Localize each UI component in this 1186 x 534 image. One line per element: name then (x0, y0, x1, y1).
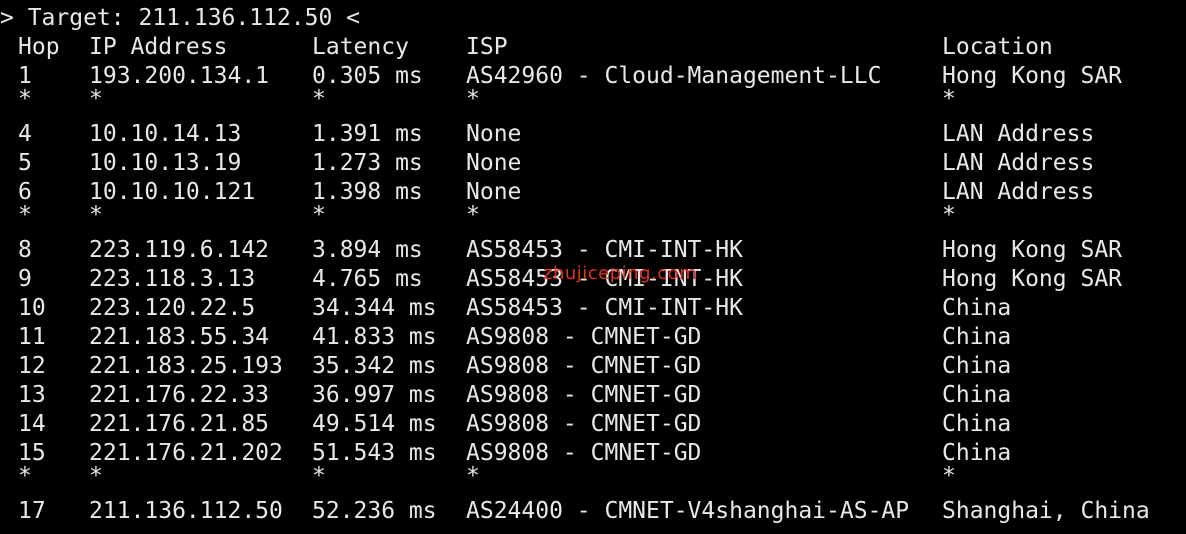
cell-latency: 52.236 ms (312, 498, 437, 524)
cell-latency: 34.344 ms (312, 295, 437, 321)
cell-ip-address: 221.176.21.202 (89, 440, 283, 466)
cell-location: Hong Kong SAR (942, 266, 1123, 292)
cell-location: Hong Kong SAR (942, 237, 1123, 263)
table-row: * * * * * (0, 202, 1186, 236)
cell-ip-address: 223.120.22.5 (89, 295, 256, 321)
cell-isp: AS9808 - CMNET-GD (466, 440, 702, 466)
cell-isp: * (466, 86, 480, 112)
target-line: > Target: 211.136.112.50 < (0, 5, 361, 31)
cell-hop: * (18, 86, 32, 112)
cell-hop: 11 (18, 324, 46, 350)
cell-isp: AS9808 - CMNET-GD (466, 411, 702, 437)
table-row: 8 223.119.6.142 3.894 ms AS58453 - CMI-INT-… (0, 236, 1186, 265)
cell-latency: * (312, 463, 326, 489)
cell-latency: 49.514 ms (312, 411, 437, 437)
table-row: 5 10.10.13.19 1.273 ms None LAN Address (0, 149, 1186, 178)
cell-isp: AS58453 - CMI-INT-HK (466, 295, 743, 321)
cell-location: China (942, 324, 1012, 350)
cell-hop: 13 (18, 382, 46, 408)
cell-isp: None (466, 150, 522, 176)
header-isp: ISP (466, 34, 508, 60)
cell-latency: 4.765 ms (312, 266, 423, 292)
cell-latency: 36.997 ms (312, 382, 437, 408)
cell-ip-address: * (89, 86, 103, 112)
cell-ip-address: 193.200.134.1 (89, 63, 270, 89)
cell-ip-address: 223.119.6.142 (89, 237, 270, 263)
cell-ip-address: 223.118.3.13 (89, 266, 256, 292)
cell-hop: 5 (18, 150, 32, 176)
cell-hop: 4 (18, 121, 32, 147)
cell-location: China (942, 295, 1012, 321)
watermark-text: zhujiceping.com (543, 263, 698, 284)
cell-ip-address: 10.10.10.121 (89, 179, 256, 205)
cell-location: LAN Address (942, 150, 1095, 176)
cell-latency: 0.305 ms (312, 63, 423, 89)
cell-location: * (942, 86, 956, 112)
table-row: 13 221.176.22.33 36.997 ms AS9808 - CMNET-G… (0, 381, 1186, 410)
cell-hop: * (18, 202, 32, 228)
table-row: 11 221.183.55.34 41.833 ms AS9808 - CMNET-G… (0, 323, 1186, 352)
cell-location: China (942, 382, 1012, 408)
cell-location: China (942, 411, 1012, 437)
cell-location: * (942, 202, 956, 228)
cell-isp: AS42960 - Cloud-Management-LLC (466, 63, 882, 89)
cell-hop: 12 (18, 353, 46, 379)
cell-latency: * (312, 202, 326, 228)
table-row: 6 10.10.10.121 1.398 ms None LAN Address (0, 178, 1186, 207)
table-row: * * * * * (0, 463, 1186, 497)
cell-latency: 1.273 ms (312, 150, 423, 176)
cell-isp: AS58453 - CMI-INT-HK (466, 237, 743, 263)
cell-location: LAN Address (942, 179, 1095, 205)
cell-ip-address: 211.136.112.50 (89, 498, 283, 524)
cell-isp: AS9808 - CMNET-GD (466, 324, 702, 350)
cell-hop: 10 (18, 295, 46, 321)
cell-ip-address: * (89, 202, 103, 228)
cell-hop: * (18, 463, 32, 489)
header-ip-address: IP Address (89, 34, 228, 60)
cell-isp: * (466, 202, 480, 228)
cell-ip-address: 221.183.25.193 (89, 353, 283, 379)
table-row: 14 221.176.21.85 49.514 ms AS9808 - CMNET-G… (0, 410, 1186, 439)
cell-hop: 9 (18, 266, 32, 292)
header-location: Location (942, 34, 1053, 60)
cell-latency: 41.833 ms (312, 324, 437, 350)
terminal-window[interactable]: > Target: 211.136.112.50 < Hop IP Addres… (0, 0, 1186, 534)
cell-hop: 8 (18, 237, 32, 263)
cell-latency: * (312, 86, 326, 112)
table-row: 12 221.183.25.193 35.342 ms AS9808 - CMNET-… (0, 352, 1186, 381)
cell-latency: 1.398 ms (312, 179, 423, 205)
cell-location: China (942, 353, 1012, 379)
cell-ip-address: 10.10.13.19 (89, 150, 242, 176)
cell-ip-address: * (89, 463, 103, 489)
table-header-row: Hop IP Address Latency ISP Location (0, 33, 1186, 62)
cell-hop: 17 (18, 498, 46, 524)
cell-latency: 35.342 ms (312, 353, 437, 379)
table-row: 17 211.136.112.50 52.236 ms AS24400 - CMNET… (0, 497, 1186, 526)
cell-location: * (942, 463, 956, 489)
cell-hop: 14 (18, 411, 46, 437)
cell-isp: AS24400 - CMNET-V4shanghai-AS-AP (466, 498, 910, 524)
cell-ip-address: 10.10.14.13 (89, 121, 242, 147)
cell-latency: 51.543 ms (312, 440, 437, 466)
table-row: 15 221.176.21.202 51.543 ms AS9808 - CMNET-… (0, 439, 1186, 468)
cell-isp: None (466, 121, 522, 147)
table-row: * * * * * (0, 86, 1186, 120)
cell-latency: 1.391 ms (312, 121, 423, 147)
table-row: 4 10.10.14.13 1.391 ms None LAN Address (0, 120, 1186, 149)
cell-latency: 3.894 ms (312, 237, 423, 263)
table-row: 1 193.200.134.1 0.305 ms AS42960 - Cloud-Ma… (0, 62, 1186, 91)
cell-isp: AS9808 - CMNET-GD (466, 382, 702, 408)
cell-location: LAN Address (942, 121, 1095, 147)
cell-isp: * (466, 463, 480, 489)
cell-isp: AS9808 - CMNET-GD (466, 353, 702, 379)
header-latency: Latency (312, 34, 409, 60)
header-hop: Hop (18, 34, 60, 60)
table-row: 10 223.120.22.5 34.344 ms AS58453 - CMI-INT… (0, 294, 1186, 323)
cell-ip-address: 221.183.55.34 (89, 324, 270, 350)
cell-ip-address: 221.176.22.33 (89, 382, 270, 408)
cell-ip-address: 221.176.21.85 (89, 411, 270, 437)
cell-location: Shanghai, China (942, 498, 1150, 524)
cell-location: Hong Kong SAR (942, 63, 1123, 89)
